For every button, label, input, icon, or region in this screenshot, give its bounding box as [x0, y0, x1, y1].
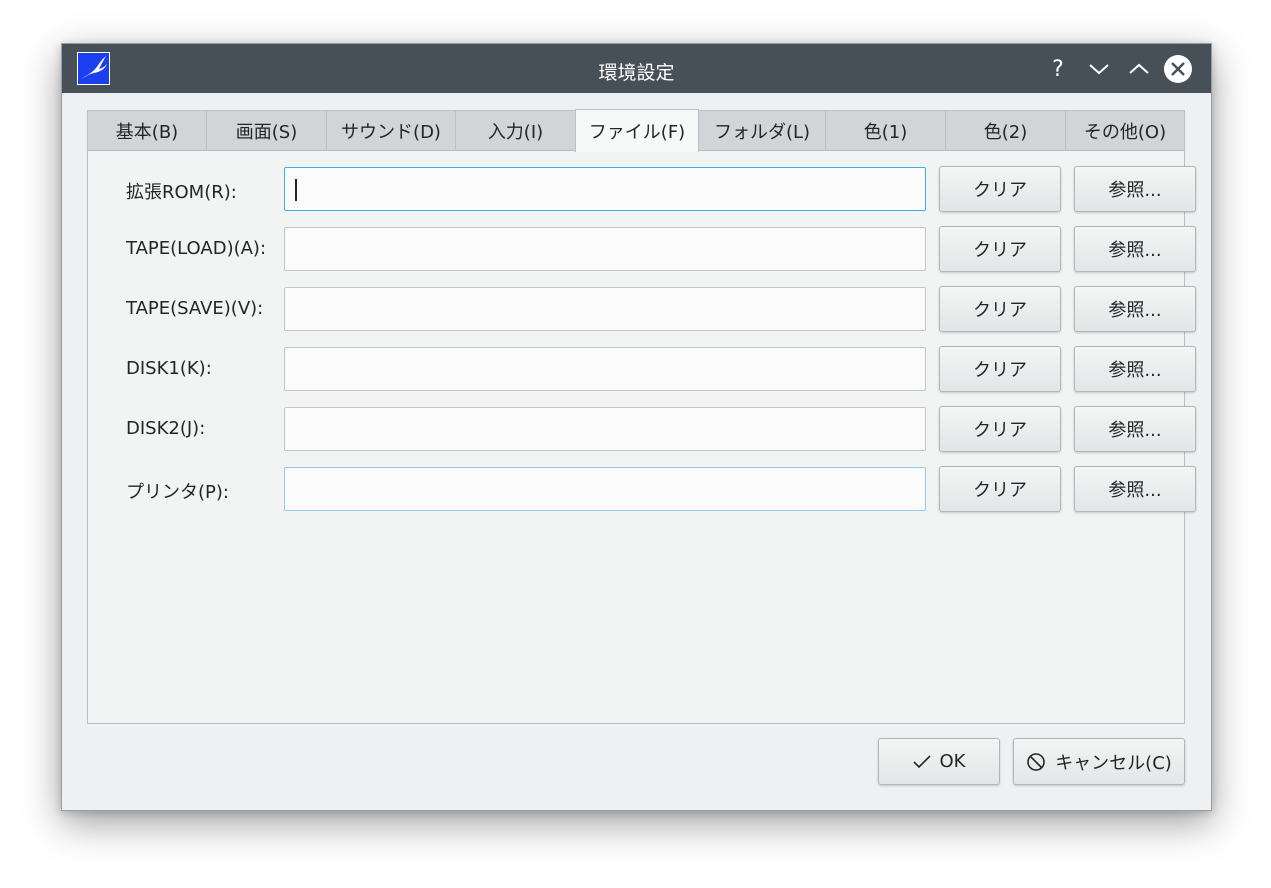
window-title: 環境設定: [598, 62, 675, 84]
disk1-label: DISK1(K):: [126, 358, 212, 379]
tape-save-label: TAPE(SAVE)(V):: [126, 298, 264, 319]
ext-rom-browse-button[interactable]: 参照...: [1074, 166, 1196, 212]
disk1-clear-button[interactable]: クリア: [939, 346, 1061, 392]
disk2-field[interactable]: [284, 407, 926, 451]
cancel-icon: [1026, 752, 1046, 772]
printer-browse-button[interactable]: 参照...: [1074, 466, 1196, 512]
disk2-clear-button[interactable]: クリア: [939, 406, 1061, 452]
tape-save-clear-button[interactable]: クリア: [939, 286, 1061, 332]
ok-button[interactable]: OK: [878, 738, 1000, 785]
tab-file[interactable]: ファイル(F): [575, 109, 699, 152]
tab-color-1[interactable]: 色(1): [825, 110, 946, 150]
settings-dialog: 環境設定 ? 基本(B) 画面(S) サウンド(D) 入力(I) ファイル(F)…: [61, 43, 1212, 811]
tab-bar: 基本(B) 画面(S) サウンド(D) 入力(I) ファイル(F) フォルダ(L…: [87, 109, 1185, 152]
disk2-browse-button[interactable]: 参照...: [1074, 406, 1196, 452]
minimize-icon[interactable]: [1086, 56, 1112, 82]
disk1-browse-button[interactable]: 参照...: [1074, 346, 1196, 392]
tab-other[interactable]: その他(O): [1065, 110, 1185, 150]
tape-save-field[interactable]: [284, 287, 926, 331]
tab-screen[interactable]: 画面(S): [206, 110, 327, 150]
tape-save-browse-button[interactable]: 参照...: [1074, 286, 1196, 332]
tab-color-2[interactable]: 色(2): [945, 110, 1066, 150]
file-settings-panel: 拡張ROM(R): クリア 参照... TAPE(LOAD)(A): クリア 参…: [87, 150, 1196, 724]
maximize-icon[interactable]: [1126, 56, 1152, 82]
text-cursor: [295, 179, 297, 201]
printer-field[interactable]: [284, 467, 926, 511]
checkmark-icon: [912, 754, 931, 769]
help-glyph: ?: [1052, 56, 1064, 82]
ext-rom-label: 拡張ROM(R):: [126, 182, 237, 203]
tab-basic[interactable]: 基本(B): [87, 110, 207, 150]
close-icon[interactable]: [1164, 55, 1192, 83]
tape-load-clear-button[interactable]: クリア: [939, 226, 1061, 272]
tape-load-label: TAPE(LOAD)(A):: [126, 238, 267, 259]
ext-rom-field[interactable]: [284, 167, 926, 211]
title-bar[interactable]: 環境設定 ?: [62, 44, 1211, 93]
disk2-label: DISK2(J):: [126, 418, 206, 439]
printer-clear-button[interactable]: クリア: [939, 466, 1061, 512]
cancel-button[interactable]: キャンセル(C): [1013, 738, 1185, 785]
tab-sound[interactable]: サウンド(D): [326, 110, 456, 150]
disk1-field[interactable]: [284, 347, 926, 391]
printer-label: プリンタ(P):: [126, 482, 229, 503]
ext-rom-clear-button[interactable]: クリア: [939, 166, 1061, 212]
tab-folder[interactable]: フォルダ(L): [698, 110, 826, 150]
tape-load-browse-button[interactable]: 参照...: [1074, 226, 1196, 272]
ok-label: OK: [939, 751, 966, 772]
help-icon[interactable]: ?: [1045, 56, 1071, 82]
tab-input[interactable]: 入力(I): [455, 110, 576, 150]
tape-load-field[interactable]: [284, 227, 926, 271]
cancel-label: キャンセル(C): [1055, 752, 1172, 774]
